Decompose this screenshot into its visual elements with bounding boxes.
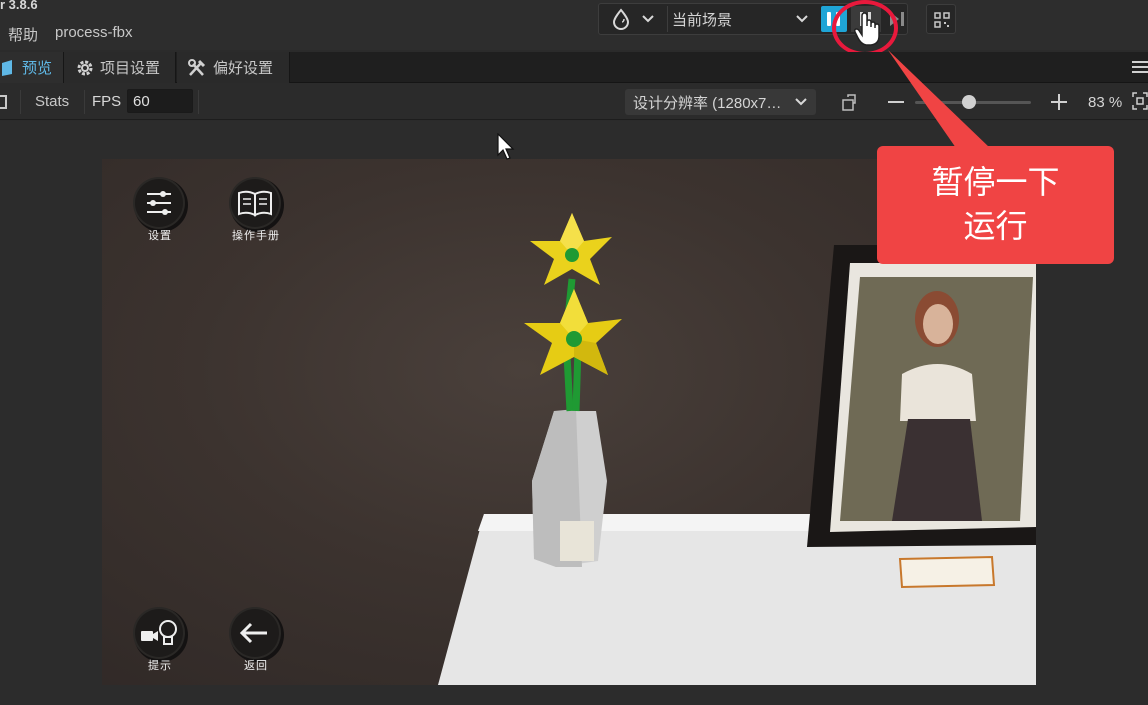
tab-preview[interactable]: 预览 xyxy=(0,52,64,83)
settings-button-disc xyxy=(135,179,183,227)
fit-screen-icon[interactable] xyxy=(1132,92,1148,110)
manual-button-disc xyxy=(231,179,279,227)
mouse-arrow-icon xyxy=(497,132,515,161)
chevron-down-icon xyxy=(795,98,807,106)
zoom-in-button[interactable] xyxy=(1049,92,1069,112)
placard xyxy=(898,555,996,589)
chevron-down-icon xyxy=(796,15,808,23)
portrait-face xyxy=(923,304,953,344)
tab-project-settings[interactable]: 项目设置 xyxy=(64,52,176,83)
toolbar-separator xyxy=(84,90,85,114)
plus-icon xyxy=(1051,94,1067,110)
zoom-value: 83 % xyxy=(1088,94,1123,111)
hamburger-icon xyxy=(1132,61,1148,73)
droplet-icon xyxy=(612,8,654,30)
hint-button-disc xyxy=(135,609,183,657)
game-back-label: 返回 xyxy=(244,660,268,672)
platform-select[interactable] xyxy=(605,6,663,32)
game-settings-label: 设置 xyxy=(148,230,172,242)
callout-tail xyxy=(888,50,990,148)
annotation-callout-text: 暂停一下 运行 xyxy=(877,160,1114,248)
tab-preview-label: 预览 xyxy=(22,60,53,77)
arrow-left-icon xyxy=(239,622,267,644)
toolbar-separator xyxy=(198,90,199,114)
panel-menu-button[interactable] xyxy=(1130,58,1148,76)
toolbar-separator xyxy=(20,90,21,114)
video-lightbulb-icon xyxy=(141,620,177,645)
flower-front xyxy=(524,289,622,375)
fps-label: FPS xyxy=(92,93,122,110)
game-manual-button[interactable]: 操作手册 xyxy=(228,179,284,245)
version-label: r 3.8.6 xyxy=(0,0,38,12)
qr-code-button[interactable] xyxy=(926,4,956,34)
scene-select[interactable]: 当前场景 xyxy=(667,6,815,32)
hand-cursor-icon xyxy=(852,10,882,48)
tab-prefs-label: 偏好设置 xyxy=(213,60,274,77)
rotate-view-icon[interactable] xyxy=(0,94,10,110)
resolution-label: 设计分辨率 (1280x7… xyxy=(633,95,782,112)
flower-top xyxy=(530,213,612,285)
back-button-disc xyxy=(231,609,279,657)
callout-line-2: 运行 xyxy=(963,208,1028,244)
game-back-button[interactable]: 返回 xyxy=(228,609,284,675)
scene-select-label: 当前场景 xyxy=(672,12,733,29)
portrait-blouse xyxy=(900,364,976,421)
tab-preferences[interactable]: 偏好设置 xyxy=(177,52,290,83)
qr-code-icon xyxy=(934,12,950,28)
fps-input[interactable] xyxy=(127,89,193,113)
sliders-icon xyxy=(147,191,171,215)
tab-project-label: 项目设置 xyxy=(100,60,161,77)
stats-toggle[interactable]: Stats xyxy=(35,93,69,110)
rotate-orientation-icon[interactable] xyxy=(841,93,859,111)
title-bar: r 3.8.6 帮助 process-fbx 当前场景 xyxy=(0,0,1148,56)
game-hint-label: 提示 xyxy=(148,660,172,672)
game-hint-button[interactable]: 提示 xyxy=(132,609,188,675)
vase-label xyxy=(560,521,594,561)
open-book-icon xyxy=(238,190,272,217)
callout-line-1: 暂停一下 xyxy=(931,164,1060,200)
preview-icon xyxy=(2,59,12,76)
gear-icon xyxy=(77,60,93,75)
project-name: process-fbx xyxy=(55,24,133,41)
resolution-select[interactable]: 设计分辨率 (1280x7… xyxy=(625,89,816,115)
tools-icon xyxy=(188,58,206,76)
game-settings-button[interactable]: 设置 xyxy=(132,179,188,245)
menu-help[interactable]: 帮助 xyxy=(8,24,38,45)
game-manual-label: 操作手册 xyxy=(232,230,280,242)
